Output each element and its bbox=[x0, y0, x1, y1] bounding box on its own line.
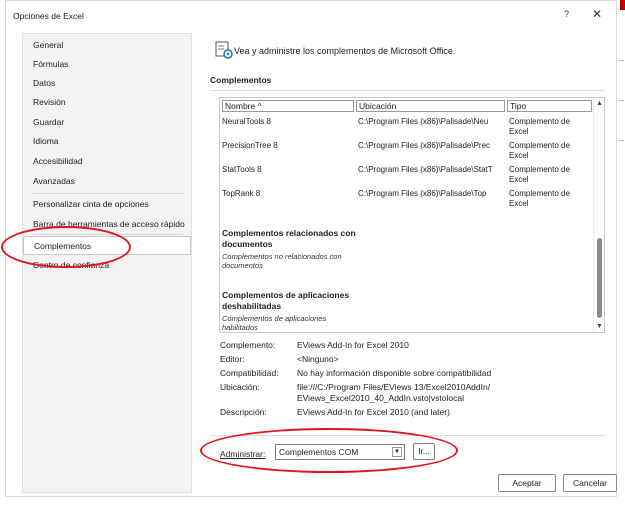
sidebar-item-barra-acceso-rapido[interactable]: Barra de herramientas de acceso rápido bbox=[23, 215, 191, 234]
group-title-document-addins: Complementos relacionados con documentos bbox=[222, 228, 356, 249]
dialog-titlebar: Opciones de Excel ? ✕ bbox=[6, 1, 616, 29]
sidebar-item-general[interactable]: General bbox=[23, 36, 191, 55]
sidebar-item-complementos[interactable]: Complementos bbox=[23, 236, 191, 255]
sidebar-item-personalizar-cinta[interactable]: Personalizar cinta de opciones bbox=[23, 195, 191, 214]
addin-location[interactable]: C:\Program Files (x86)\Palisade\StatT bbox=[358, 165, 493, 175]
group-subtitle-disabled-addins: Complementos de aplicaciones habilitados bbox=[222, 314, 327, 332]
chevron-down-icon[interactable]: ▼ bbox=[392, 447, 402, 457]
background-right-edge bbox=[617, 0, 625, 506]
manage-dropdown[interactable]: Complementos COM ▼ bbox=[275, 444, 405, 460]
sidebar-item-idioma[interactable]: Idioma bbox=[23, 132, 191, 151]
sidebar-item-datos[interactable]: Datos bbox=[23, 74, 191, 93]
detail-addin-value: EViews Add-In for Excel 2010 bbox=[297, 340, 409, 350]
detail-location-value: file:///C:/Program Files/EViews 13/Excel… bbox=[297, 382, 491, 403]
detail-description-value: EViews Add-In for Excel 2010 (and later) bbox=[297, 407, 450, 417]
detail-compat-value: No hay información disponible sobre comp… bbox=[297, 368, 492, 378]
addin-location[interactable]: C:\Program Files (x86)\Palisade\Top bbox=[358, 189, 487, 199]
scroll-down-arrow-icon[interactable]: ▼ bbox=[596, 323, 603, 330]
addin-type[interactable]: Complemento de Excel bbox=[509, 141, 579, 161]
go-button[interactable]: Ir... bbox=[413, 443, 435, 460]
manage-dropdown-value: Complementos COM bbox=[279, 447, 359, 457]
cancel-button[interactable]: Cancelar bbox=[563, 474, 617, 492]
background-line bbox=[618, 100, 624, 101]
sidebar-item-revision[interactable]: Revisión bbox=[23, 93, 191, 112]
detail-compat-label: Compatibilidad: bbox=[220, 368, 279, 378]
addin-name[interactable]: StatTools 8 bbox=[222, 165, 262, 175]
sidebar-separator bbox=[33, 193, 183, 194]
detail-editor-value: <Ninguno> bbox=[297, 354, 339, 364]
close-button[interactable]: ✕ bbox=[592, 7, 602, 21]
manage-divider bbox=[210, 435, 605, 436]
addin-name[interactable]: PrecisionTree 8 bbox=[222, 141, 278, 151]
scroll-thumb[interactable] bbox=[597, 238, 602, 318]
help-button[interactable]: ? bbox=[564, 9, 569, 19]
group-subtitle-document-addins: Complementos no relacionados con documen… bbox=[222, 252, 342, 270]
detail-addin-label: Complemento: bbox=[220, 340, 276, 350]
addin-type[interactable]: Complemento de Excel bbox=[509, 117, 579, 137]
sidebar-item-centro-confianza[interactable]: Centro de confianza bbox=[23, 256, 191, 275]
background-line bbox=[618, 140, 624, 141]
group-title-disabled-addins: Complementos de aplicaciones deshabilita… bbox=[222, 290, 350, 311]
column-header-location[interactable]: Ubicación bbox=[356, 100, 505, 112]
column-header-type[interactable]: Tipo bbox=[507, 100, 592, 112]
list-scrollbar[interactable]: ▲ ▼ bbox=[593, 98, 604, 332]
page-heading: Vea y administre los complementos de Mic… bbox=[234, 46, 456, 56]
ok-button[interactable]: Aceptar bbox=[498, 474, 556, 492]
detail-editor-label: Editor: bbox=[220, 354, 245, 364]
background-red-mark bbox=[620, 0, 625, 10]
sidebar-item-accesibilidad[interactable]: Accesibilidad bbox=[23, 152, 191, 171]
scroll-up-arrow-icon[interactable]: ▲ bbox=[596, 100, 603, 107]
sidebar-separator bbox=[33, 234, 183, 235]
sidebar-item-avanzadas[interactable]: Avanzadas bbox=[23, 172, 191, 191]
options-sidebar: General Fórmulas Datos Revisión Guardar … bbox=[22, 33, 192, 493]
sidebar-item-formulas[interactable]: Fórmulas bbox=[23, 55, 191, 74]
addin-type[interactable]: Complemento de Excel bbox=[509, 165, 579, 185]
addin-name[interactable]: TopRank 8 bbox=[222, 189, 260, 199]
excel-options-dialog: Opciones de Excel ? ✕ General Fórmulas D… bbox=[5, 0, 617, 497]
gear-addins-icon bbox=[215, 41, 233, 59]
addins-list[interactable]: Nombre ^ Ubicación Tipo NeuralTools 8 C:… bbox=[219, 97, 605, 333]
background-line bbox=[618, 60, 624, 61]
detail-location-label: Ubicación: bbox=[220, 382, 260, 392]
detail-description-label: Descripción: bbox=[220, 407, 267, 417]
addin-name[interactable]: NeuralTools 8 bbox=[222, 117, 271, 127]
addins-panel: Vea y administre los complementos de Mic… bbox=[198, 29, 618, 497]
section-title: Complementos bbox=[210, 75, 272, 85]
section-divider bbox=[210, 90, 605, 91]
addin-location[interactable]: C:\Program Files (x86)\Palisade\Prec bbox=[358, 141, 490, 151]
addin-location[interactable]: C:\Program Files (x86)\Palisade\Neu bbox=[358, 117, 488, 127]
column-header-name[interactable]: Nombre ^ bbox=[222, 100, 354, 112]
manage-label: Administrar: bbox=[220, 449, 266, 459]
sidebar-item-guardar[interactable]: Guardar bbox=[23, 113, 191, 132]
addin-type[interactable]: Complemento de Excel bbox=[509, 189, 579, 209]
dialog-title: Opciones de Excel bbox=[13, 11, 84, 21]
